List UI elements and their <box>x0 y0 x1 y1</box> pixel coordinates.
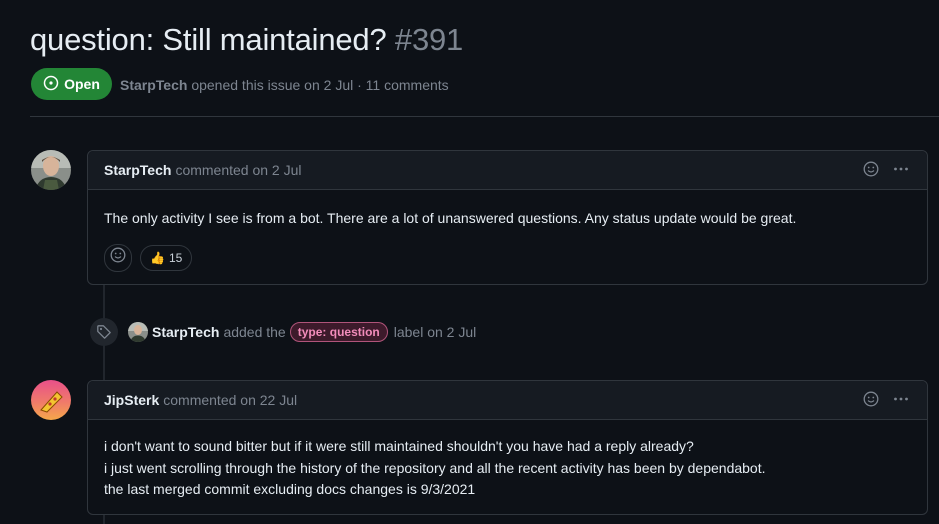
comment-timestamp[interactable]: commented on 22 Jul <box>163 392 297 408</box>
thumbs-up-icon: 👍 <box>150 250 165 265</box>
smiley-icon <box>110 247 126 268</box>
event-actor[interactable]: StarpTech <box>152 324 219 340</box>
comment-body: i don't want to sound bitter but if it w… <box>88 420 927 501</box>
issue-author-link[interactable]: StarpTech <box>120 77 187 93</box>
comment-author[interactable]: StarpTech <box>104 162 171 178</box>
issue-opened-icon <box>43 75 59 94</box>
avatar[interactable] <box>31 150 71 190</box>
comment-timestamp[interactable]: commented on 2 Jul <box>175 162 301 178</box>
avatar[interactable] <box>128 322 148 342</box>
smiley-icon[interactable] <box>863 161 879 180</box>
comment-header: StarpTech commented on 2 Jul <box>88 151 927 190</box>
timeline-event: StarpTech added the type: question label… <box>90 316 476 348</box>
issue-state-badge: Open <box>31 68 112 100</box>
tag-icon <box>90 318 118 346</box>
issue-title: question: Still maintained? #391 <box>30 22 463 58</box>
comment: StarpTech commented on 2 Jul The only ac… <box>87 150 928 285</box>
kebab-icon[interactable] <box>893 391 909 410</box>
thumbs-up-reaction[interactable]: 👍 15 <box>140 244 193 271</box>
comment-header: JipSterk commented on 22 Jul <box>88 381 927 420</box>
issue-meta-text: opened this issue on 2 Jul · 11 comments <box>191 77 449 93</box>
kebab-icon[interactable] <box>893 161 909 180</box>
reactions-bar: 👍 15 <box>88 230 927 288</box>
reaction-count: 15 <box>168 250 183 265</box>
comment-line: The only activity I see is from a bot. T… <box>104 210 797 226</box>
header-divider <box>30 116 939 117</box>
comment: JipSterk commented on 22 Jul i don't wan… <box>87 380 928 515</box>
issue-meta: StarpTech opened this issue on 2 Jul · 1… <box>120 77 449 93</box>
comment-line: i don't want to sound bitter but if it w… <box>104 438 694 454</box>
issue-number: #391 <box>394 22 464 57</box>
issue-title-text: question: Still maintained? <box>30 22 387 57</box>
label-pill[interactable]: type: question <box>289 322 388 342</box>
smiley-icon[interactable] <box>863 391 879 410</box>
event-text: added the <box>223 324 286 340</box>
avatar[interactable] <box>31 380 71 420</box>
comment-body: The only activity I see is from a bot. T… <box>88 190 927 230</box>
comment-author[interactable]: JipSterk <box>104 392 159 408</box>
comment-line: the last merged commit excluding docs ch… <box>104 481 476 497</box>
comment-line: i just went scrolling through the histor… <box>104 459 766 476</box>
event-text-after: label on 2 Jul <box>393 324 477 340</box>
add-reaction-button[interactable] <box>104 243 132 272</box>
issue-state-label: Open <box>64 76 100 92</box>
